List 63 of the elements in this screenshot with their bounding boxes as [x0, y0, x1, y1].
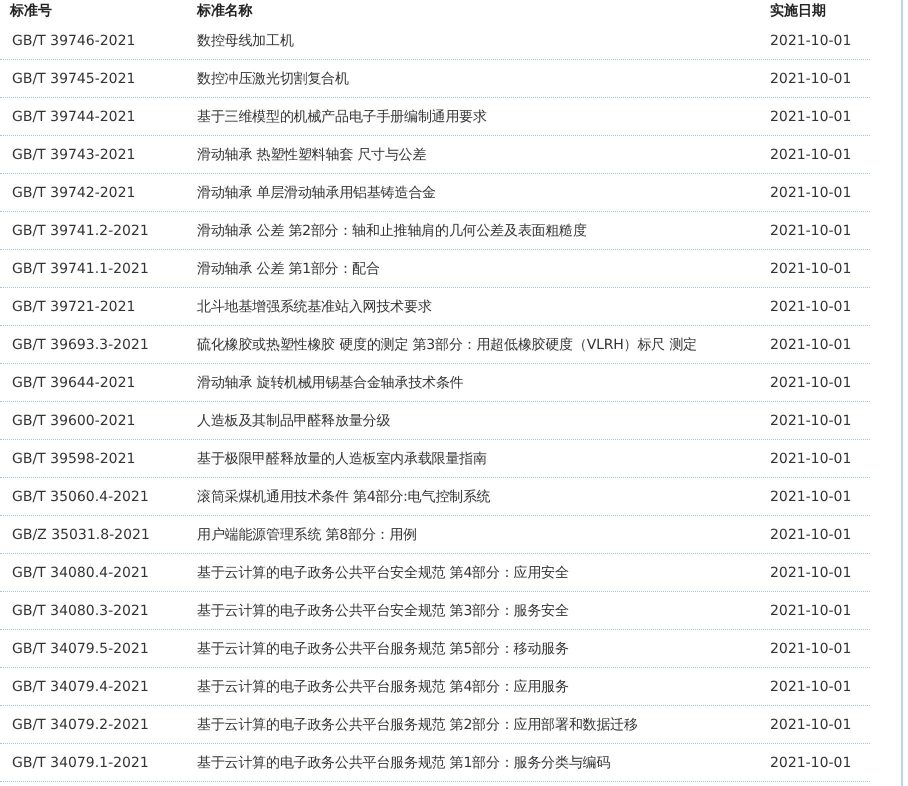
table-cell-text: 滑动轴承 公差 第2部分：轴和止推轴肩的几何公差及表面粗糙度 [197, 222, 588, 240]
table-cell-text: GB/T 34080.3-2021 [11, 602, 150, 618]
table-cell-text: 滑动轴承 旋转机械用锡基合金轴承技术条件 [197, 374, 464, 392]
table-cell-text: GB/T 39644-2021 [11, 374, 136, 390]
table-cell: 2021-10-01 [770, 108, 852, 124]
table-cell: 2021-10-01 [770, 222, 852, 238]
table-cell-text: GB/T 34080.4-2021 [11, 564, 150, 580]
table-cell: 2021-10-01 [770, 640, 852, 656]
table-cell: 2021-10-01 [770, 146, 852, 162]
table-cell-text: GB/Z 35031.8-2021 [11, 526, 151, 542]
table-cell-text: 滑动轴承 热塑性塑料轴套 尺寸与公差 [197, 146, 428, 164]
table-cell-text: GB/T 39741.1-2021 [11, 260, 150, 276]
table-cell: 2021-10-01 [770, 70, 852, 86]
table-cell-text: 滑动轴承 公差 第1部分：配合 [197, 260, 381, 278]
table-cell-text: GB/T 39600-2021 [11, 412, 136, 428]
table-cell: 2021-10-01 [770, 564, 852, 580]
table-cell-text: 基于云计算的电子政务公共平台服务规范 第5部分：移动服务 [197, 640, 570, 658]
table-cell-text: 滚筒采煤机通用技术条件 第4部分:电气控制系统 [197, 488, 492, 506]
table-cell-text: GB/T 34079.4-2021 [11, 678, 150, 694]
table-cell: 2021-10-01 [770, 260, 852, 276]
table-cell-text: GB/T 39741.2-2021 [11, 222, 150, 238]
column-header: 标准号 [8, 2, 53, 20]
table-cell: 2021-10-01 [770, 716, 852, 732]
table-cell: 2021-10-01 [770, 298, 852, 314]
table-cell-text: GB/T 39721-2021 [11, 298, 136, 314]
table-cell-text: 基于三维模型的机械产品电子手册编制通用要求 [197, 108, 488, 126]
table-cell-text: 基于云计算的电子政务公共平台服务规范 第2部分：应用部署和数据迁移 [197, 716, 639, 734]
table-cell-text: 数控母线加工机 [197, 32, 295, 50]
table-cell-text: 滑动轴承 单层滑动轴承用铝基铸造合金 [197, 184, 437, 202]
table-cell-text: 基于极限甲醛释放量的人造板室内承载限量指南 [197, 450, 488, 468]
table-cell-text: GB/T 39746-2021 [11, 32, 136, 48]
table-cell-text: GB/T 39744-2021 [11, 108, 136, 124]
table-cell-text: GB/T 34079.2-2021 [11, 716, 150, 732]
table-cell: 2021-10-01 [770, 32, 852, 48]
table-cell: 2021-10-01 [770, 678, 852, 694]
table-cell-text: 基于云计算的电子政务公共平台服务规范 第4部分：应用服务 [197, 678, 570, 696]
table-cell: 2021-10-01 [770, 374, 852, 390]
table-cell: 2021-10-01 [770, 336, 852, 352]
table-cell-text: 基于云计算的电子政务公共平台安全规范 第4部分：应用安全 [197, 564, 570, 582]
table-cell-text: GB/T 35060.4-2021 [11, 488, 150, 504]
table-cell-text: 硫化橡胶或热塑性橡胶 硬度的测定 第3部分：用超低橡胶硬度（VLRH）标尺 测定 [197, 336, 698, 354]
table-cell-text: GB/T 39693.3-2021 [11, 336, 150, 352]
table-cell-text: 用户端能源管理系统 第8部分：用例 [197, 526, 418, 544]
table-cell-text: 人造板及其制品甲醛释放量分级 [197, 412, 392, 430]
table-cell-text: GB/T 39743-2021 [11, 146, 136, 162]
table-cell-text: GB/T 34079.5-2021 [11, 640, 150, 656]
table-cell: 2021-10-01 [770, 450, 852, 466]
table-cell: 2021-10-01 [770, 412, 852, 428]
table-cell-text: GB/T 39598-2021 [11, 450, 136, 466]
table-cell: 2021-10-01 [770, 184, 852, 200]
table-cell: 2021-10-01 [770, 602, 852, 618]
table-cell-text: 基于云计算的电子政务公共平台服务规范 第1部分：服务分类与编码 [197, 754, 612, 772]
table-cell: 2021-10-01 [770, 754, 852, 770]
column-header: 标准名称 [197, 2, 254, 20]
table-cell-text: GB/T 34079.1-2021 [11, 754, 150, 770]
table-cell-text: GB/T 39742-2021 [11, 184, 136, 200]
table-cell-text: 基于云计算的电子政务公共平台安全规范 第3部分：服务安全 [197, 602, 570, 620]
table-cell-text: 北斗地基增强系统基准站入网技术要求 [197, 298, 433, 316]
table-cell-text: GB/T 39745-2021 [11, 70, 136, 86]
table-cell: 2021-10-01 [770, 488, 852, 504]
table-cell-text: 数控冲压激光切割复合机 [197, 70, 350, 88]
column-header: 实施日期 [770, 2, 826, 20]
table-cell: 2021-10-01 [770, 526, 852, 542]
